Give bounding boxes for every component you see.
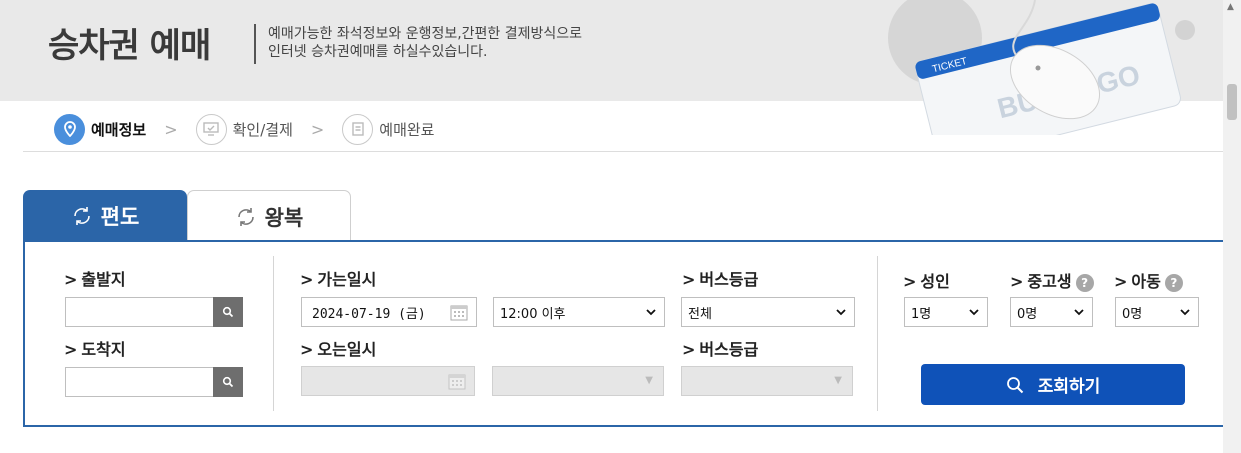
return-bus-grade-label: > 버스등급 <box>682 340 759 359</box>
triangle-down-icon: ▼ <box>645 375 653 386</box>
page-scrollbar[interactable]: ▲ <box>1223 0 1241 453</box>
steps-divider <box>23 151 1229 152</box>
chevron-down-icon <box>1180 309 1190 316</box>
youth-count-select[interactable]: 0명 <box>1010 297 1093 327</box>
go-date-input[interactable]: 2024-07-19 (금) <box>301 297 477 327</box>
child-label: > 아동? <box>1114 268 1183 292</box>
return-time-select: ▼ <box>492 366 664 396</box>
arrival-input[interactable] <box>65 367 243 397</box>
tab-oneway[interactable]: 편도 <box>23 190 187 242</box>
arrival-label: > 도착지 <box>64 340 126 359</box>
triangle-down-icon: ▼ <box>834 375 842 386</box>
adult-count-select[interactable]: 1명 <box>904 297 988 327</box>
child-count-select[interactable]: 0명 <box>1115 297 1199 327</box>
adult-label: > 성인 <box>903 272 950 291</box>
departure-search-button[interactable] <box>213 297 243 327</box>
search-button-label: 조회하기 <box>1037 377 1101 397</box>
step-confirm-payment: 확인/결제 <box>195 113 293 145</box>
step-complete: 예매완료 <box>342 113 435 145</box>
youth-label: > 중고생? <box>1010 268 1094 292</box>
page-description: 예매가능한 좌석정보와 운행정보,간편한 결제방식으로 인터넷 승차권예매를 하… <box>268 25 582 61</box>
calendar-icon <box>448 374 466 390</box>
step-label: 확인/결제 <box>232 120 293 139</box>
departure-input[interactable] <box>65 297 243 327</box>
return-bus-grade-select: ▼ <box>681 366 853 396</box>
bus-grade-select[interactable]: 전체 <box>681 297 855 327</box>
document-icon <box>342 113 374 145</box>
scrollbar-thumb[interactable] <box>1227 84 1237 120</box>
step-booking-info: 예매정보 <box>54 113 147 145</box>
search-icon <box>1006 376 1023 393</box>
step-label: 예매완료 <box>379 120 435 139</box>
search-icon <box>222 306 234 318</box>
scroll-up-icon[interactable]: ▲ <box>1227 2 1234 12</box>
return-datetime-label: > 오는일시 <box>300 340 377 359</box>
tab-label: 편도 <box>100 205 140 229</box>
help-icon[interactable]: ? <box>1164 273 1183 292</box>
tab-label: 왕복 <box>264 205 304 230</box>
go-time-select[interactable]: 12:00 이후 <box>493 297 665 327</box>
calendar-icon[interactable] <box>450 304 468 321</box>
description-line-2: 인터넷 승차권예매를 하실수있습니다. <box>268 44 488 60</box>
departure-label: > 출발지 <box>64 270 126 289</box>
chevron-down-icon <box>836 309 846 316</box>
search-button[interactable]: 조회하기 <box>921 364 1185 405</box>
booking-steps: 예매정보 > 확인/결제 > 예매완료 <box>54 112 434 146</box>
monitor-check-icon <box>195 113 227 145</box>
chevron-right-icon: > <box>164 119 178 139</box>
page-title: 승차권 예매 <box>48 26 211 66</box>
location-pin-icon <box>54 113 85 145</box>
chevron-down-icon <box>646 309 656 316</box>
title-divider <box>254 24 256 64</box>
step-label: 예매정보 <box>91 120 147 139</box>
return-date-input <box>301 366 475 396</box>
arrival-search-button[interactable] <box>213 367 243 397</box>
chevron-down-icon <box>969 309 979 316</box>
refresh-icon <box>73 207 90 225</box>
go-datetime-label: > 가는일시 <box>300 270 377 289</box>
description-line-1: 예매가능한 좌석정보와 운행정보,간편한 결제방식으로 <box>268 26 583 42</box>
search-icon <box>222 376 234 388</box>
decor-dot <box>1175 20 1195 40</box>
chevron-right-icon: > <box>310 119 325 139</box>
chevron-down-icon <box>1074 309 1084 316</box>
bus-grade-label: > 버스등급 <box>682 270 759 289</box>
column-divider <box>273 256 274 411</box>
mouse-wheel <box>1035 65 1041 71</box>
tab-roundtrip[interactable]: 왕복 <box>187 190 351 242</box>
column-divider <box>877 256 878 411</box>
ticket-mouse-illustration: TICKET BUS TAGO <box>888 0 1195 135</box>
help-icon[interactable]: ? <box>1075 273 1094 292</box>
refresh-icon <box>237 207 254 226</box>
